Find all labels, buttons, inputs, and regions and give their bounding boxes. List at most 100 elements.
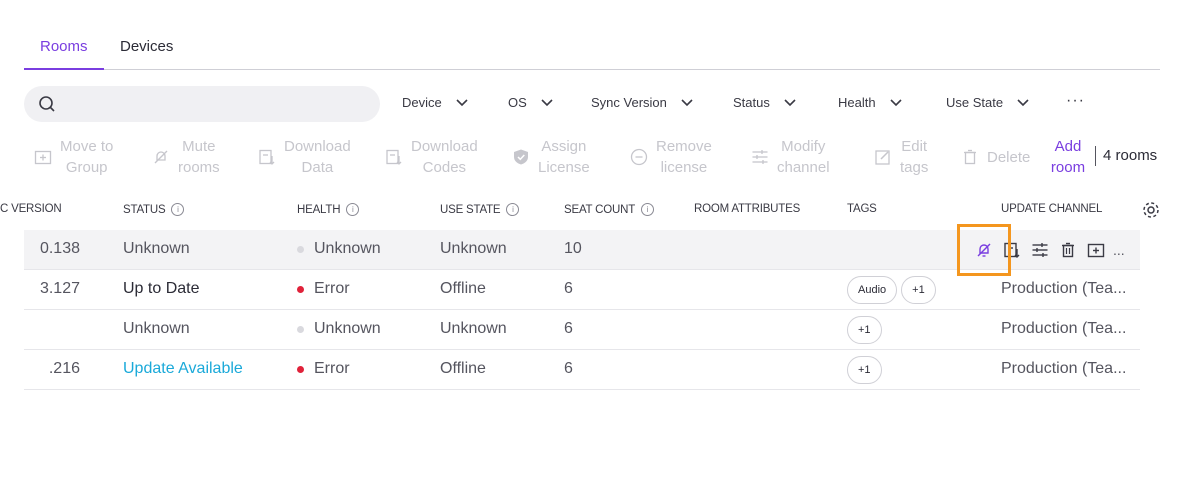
highlight-box xyxy=(957,224,1011,276)
chevron-down-icon xyxy=(681,98,693,106)
mute-rooms-label-2: rooms xyxy=(178,159,220,176)
tab-rooms[interactable]: Rooms xyxy=(40,38,88,70)
room-count: 4 rooms xyxy=(1103,147,1158,164)
update-channel-cell: Production (Tea... xyxy=(1001,280,1127,297)
status-cell: Unknown xyxy=(123,240,190,257)
modify-channel-label-2: channel xyxy=(777,159,830,176)
trash-icon[interactable] xyxy=(1059,241,1077,259)
filter-sync-version[interactable]: Sync Version xyxy=(591,95,693,110)
remove-license-label-1: Remove xyxy=(656,138,712,155)
filter-device[interactable]: Device xyxy=(402,95,468,110)
seat-count-cell: 6 xyxy=(564,320,573,337)
column-header-status[interactable]: STATUS i xyxy=(123,203,185,216)
health-label: Unknown xyxy=(314,240,381,257)
tag-more-chip[interactable]: +1 xyxy=(847,356,882,384)
info-icon[interactable]: i xyxy=(171,203,185,216)
health-label: Error xyxy=(314,280,350,297)
use-state-cell: Offline xyxy=(440,280,486,297)
status-cell[interactable]: Update Available xyxy=(123,360,243,378)
folder-add-icon[interactable] xyxy=(1087,241,1105,259)
more-actions-button[interactable]: ... xyxy=(1113,242,1125,258)
table-row[interactable]: Unknown Unknown Unknown 6 +1 Production … xyxy=(24,310,1140,350)
column-header-seat-count[interactable]: SEAT COUNT i xyxy=(564,203,655,216)
chevron-down-icon xyxy=(456,98,468,106)
tag-more-chip[interactable]: +1 xyxy=(847,316,882,344)
column-header-health[interactable]: HEALTH i xyxy=(297,203,360,216)
use-state-cell: Offline xyxy=(440,360,486,377)
folder-add-icon xyxy=(34,150,52,165)
toolbar-divider xyxy=(1095,146,1096,166)
filter-sync-version-label: Sync Version xyxy=(591,95,667,110)
health-cell: Error xyxy=(297,360,350,378)
status-dot xyxy=(297,285,304,293)
download-codes-button[interactable]: Download Codes xyxy=(385,136,478,178)
column-header-use-state[interactable]: USE STATE i xyxy=(440,203,520,216)
health-cell: Error xyxy=(297,280,350,298)
table-row[interactable]: 3.127 Up to Date Error Offline 6 Audio +… xyxy=(24,270,1140,310)
tab-bar: Rooms Devices xyxy=(24,30,1160,70)
trash-icon xyxy=(964,149,976,165)
filter-status[interactable]: Status xyxy=(733,95,796,110)
add-room-label-2: room xyxy=(1050,159,1086,176)
delete-label: Delete xyxy=(987,148,1031,166)
chevron-down-icon xyxy=(784,98,796,106)
use-state-cell: Unknown xyxy=(440,320,507,337)
edit-tags-button[interactable]: Edit tags xyxy=(874,136,928,178)
health-label: Unknown xyxy=(314,320,381,337)
tags-cell: Audio +1 xyxy=(847,276,936,304)
assign-license-button[interactable]: Assign License xyxy=(512,136,590,178)
move-to-group-label-2: Group xyxy=(65,159,108,176)
sliders-icon[interactable] xyxy=(1031,241,1049,259)
remove-license-button[interactable]: Remove license xyxy=(630,136,712,178)
move-to-group-button[interactable]: Move to Group xyxy=(34,136,113,178)
bell-off-icon xyxy=(154,150,168,164)
column-seat-count-label: SEAT COUNT xyxy=(564,203,636,216)
sync-version-cell: .216 xyxy=(48,360,80,377)
edit-tags-label-2: tags xyxy=(900,159,929,176)
mute-rooms-button[interactable]: Mute rooms xyxy=(152,136,220,178)
assign-license-label-1: Assign xyxy=(541,138,587,155)
filter-use-state-label: Use State xyxy=(946,95,1004,110)
column-header-update-channel[interactable]: UPDATE CHANNEL xyxy=(1001,203,1102,215)
health-label: Error xyxy=(314,360,350,377)
filter-device-label: Device xyxy=(402,95,442,110)
remove-license-label-2: license xyxy=(660,159,708,176)
status-dot xyxy=(297,245,304,253)
table-row[interactable]: .216 Update Available Error Offline 6 +1… xyxy=(24,350,1140,390)
chevron-down-icon xyxy=(890,98,902,106)
seat-count-cell: 6 xyxy=(564,360,573,377)
column-health-label: HEALTH xyxy=(297,203,341,216)
delete-button[interactable]: Delete xyxy=(961,136,1030,178)
status-dot xyxy=(297,365,304,373)
more-filters-button[interactable]: ··· xyxy=(1066,92,1085,110)
tag-more-chip[interactable]: +1 xyxy=(901,276,936,304)
info-icon[interactable]: i xyxy=(506,203,520,216)
edit-icon xyxy=(875,150,890,165)
filter-os-label: OS xyxy=(508,95,527,110)
column-use-state-label: USE STATE xyxy=(440,203,501,216)
column-status-label: STATUS xyxy=(123,203,166,216)
update-channel-cell: Production (Tea... xyxy=(1001,360,1127,377)
filter-status-label: Status xyxy=(733,95,770,110)
health-cell: Unknown xyxy=(297,240,381,258)
column-header-sync-version[interactable]: C VERSION xyxy=(0,203,62,215)
search-input[interactable] xyxy=(24,86,380,122)
column-header-room-attributes[interactable]: ROOM ATTRIBUTES xyxy=(694,203,800,215)
tag-chip[interactable]: Audio xyxy=(847,276,898,304)
filter-use-state[interactable]: Use State xyxy=(946,95,1029,110)
add-room-button[interactable]: Add room xyxy=(1046,136,1090,178)
modify-channel-button[interactable]: Modify channel xyxy=(751,136,830,178)
gear-icon[interactable] xyxy=(1141,200,1161,220)
column-header-tags[interactable]: TAGS xyxy=(847,203,877,215)
health-cell: Unknown xyxy=(297,320,381,338)
modify-channel-label-1: Modify xyxy=(781,138,826,155)
filter-os[interactable]: OS xyxy=(508,95,553,110)
sliders-icon xyxy=(752,150,768,164)
info-icon[interactable]: i xyxy=(346,203,360,216)
download-data-button[interactable]: Download Data xyxy=(258,136,351,178)
download-file-icon xyxy=(259,149,275,165)
filter-health[interactable]: Health xyxy=(838,95,902,110)
info-icon[interactable]: i xyxy=(641,203,655,216)
seat-count-cell: 6 xyxy=(564,280,573,297)
tab-devices[interactable]: Devices xyxy=(120,38,173,70)
